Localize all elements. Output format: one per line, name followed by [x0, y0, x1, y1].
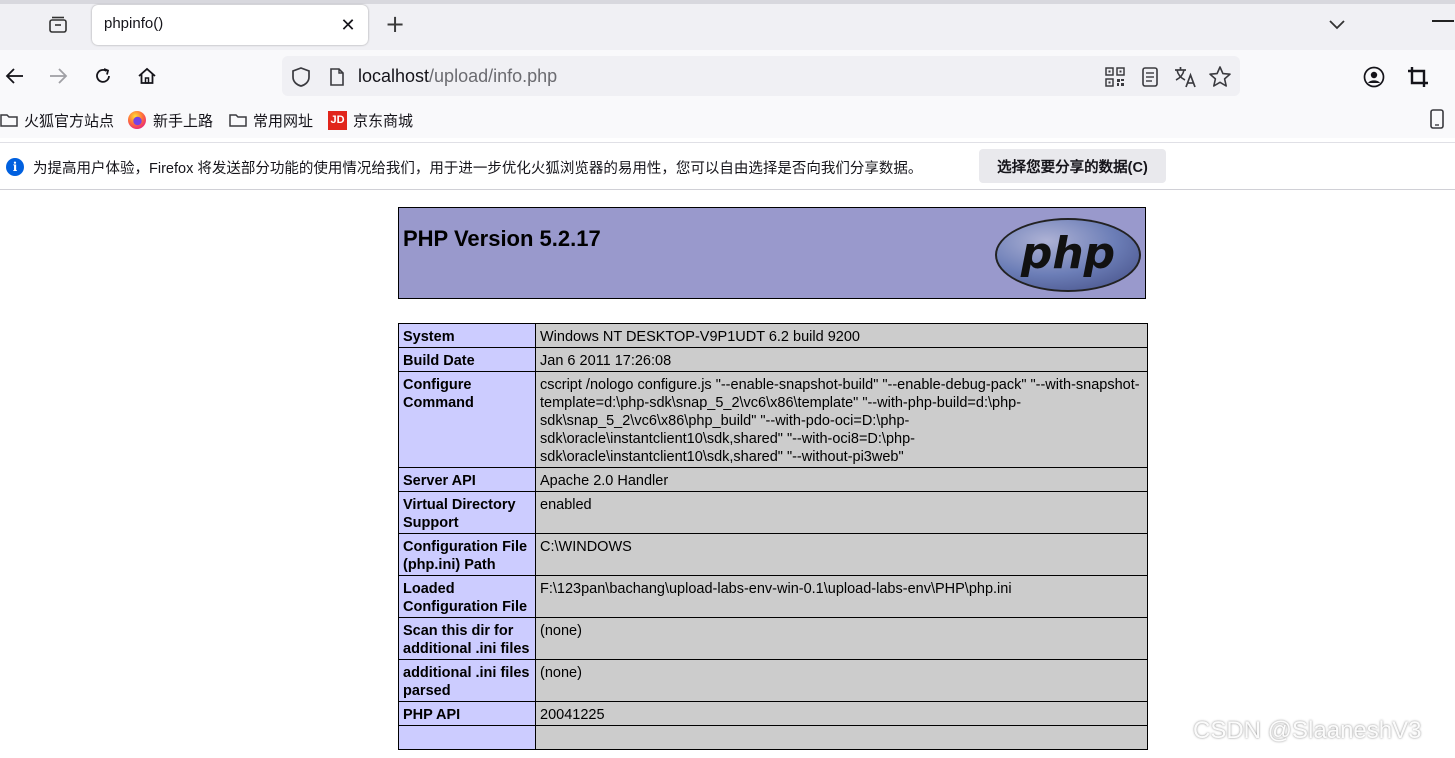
chevron-down-icon — [1329, 20, 1345, 30]
mobile-bookmarks-icon[interactable] — [1429, 108, 1445, 130]
row-key: Configure Command — [398, 371, 536, 468]
home-icon — [138, 67, 156, 84]
row-value: Apache 2.0 Handler — [535, 467, 1148, 492]
row-key: additional .ini files parsed — [398, 659, 536, 702]
row-key: System — [398, 323, 536, 348]
table-row: Scan this dir for additional .ini files(… — [398, 617, 1148, 660]
reload-button[interactable] — [88, 61, 118, 91]
table-row: Virtual Directory Support enabled — [398, 491, 1148, 534]
active-tab[interactable]: phpinfo() ✕ — [92, 5, 368, 45]
bookmarks-toolbar — [0, 102, 1455, 138]
page-info-icon[interactable] — [328, 67, 346, 87]
row-key: PHP API — [398, 701, 536, 726]
bookmark-item[interactable]: 常用网址 — [229, 109, 313, 131]
folder-icon — [0, 114, 18, 127]
row-value: F:\123pan\bachang\upload-labs-env-win-0.… — [535, 575, 1148, 618]
row-key: Server API — [398, 467, 536, 492]
info-icon: i — [6, 158, 24, 176]
table-row: Build Date Jan 6 2011 17:26:08 — [398, 347, 1148, 372]
bookmark-item[interactable]: 新手上路 — [127, 109, 213, 131]
folder-icon — [229, 114, 247, 127]
home-button[interactable] — [132, 61, 162, 91]
url-path: /upload/info.php — [429, 66, 558, 86]
row-value: Windows NT DESKTOP-V9P1UDT 6.2 build 920… — [535, 323, 1148, 348]
table-row: Server API Apache 2.0 Handler — [398, 467, 1148, 492]
forward-button[interactable] — [43, 61, 73, 91]
php-logo: php — [995, 218, 1141, 292]
screenshot-crop-icon[interactable] — [1406, 65, 1430, 89]
translate-icon[interactable] — [1173, 65, 1197, 89]
php-logo-text: php — [1020, 228, 1115, 279]
php-version-title: PHP Version 5.2.17 — [403, 226, 601, 251]
table-row: additional .ini files parsed (none) — [398, 659, 1148, 702]
bookmark-item[interactable]: 火狐官方站点 — [0, 109, 114, 131]
bookmark-label: 京东商城 — [353, 112, 414, 130]
row-key: Scan this dir for additional .ini files — [398, 617, 536, 660]
row-value: Jan 6 2011 17:26:08 — [535, 347, 1148, 372]
table-row: Configuration File (php.ini) Path C:\WIND… — [398, 533, 1148, 576]
table-row: Configure Command cscript /nologo configu… — [398, 371, 1148, 468]
jd-icon: JD — [328, 110, 347, 130]
new-tab-button[interactable]: + — [382, 12, 408, 38]
row-key: Loaded Configuration File — [398, 575, 536, 618]
back-arrow-icon — [5, 68, 23, 84]
table-row: Loaded Configuration File F:\123pan\bacha… — [398, 575, 1148, 618]
list-all-tabs-button[interactable] — [1324, 12, 1350, 38]
bookmark-star-icon[interactable] — [1208, 65, 1232, 89]
url-text[interactable]: localhost/upload/info.php — [358, 66, 557, 87]
row-value: cscript /nologo configure.js "--enable-s… — [535, 371, 1148, 468]
firefox-icon — [128, 111, 146, 129]
table-row: PHP API 20041225 — [398, 701, 1148, 726]
row-key: Configuration File (php.ini) Path — [398, 533, 536, 576]
table-row — [398, 725, 1148, 750]
row-key — [398, 725, 536, 750]
firefox-view-icon — [49, 16, 67, 33]
bookmark-label: 火狐官方站点 — [24, 112, 115, 130]
qr-code-icon[interactable] — [1104, 66, 1126, 88]
row-value: (none) — [535, 617, 1148, 660]
row-value: enabled — [535, 491, 1148, 534]
csdn-watermark: CSDN @SlaaneshV3 — [1193, 717, 1422, 744]
firefox-view-button[interactable] — [44, 12, 72, 38]
php-info-body: System Windows NT DESKTOP-V9P1UDT 6.2 bui… — [398, 323, 1148, 750]
php-info-table: System Windows NT DESKTOP-V9P1UDT 6.2 bui… — [398, 323, 1148, 750]
reload-icon — [96, 68, 110, 83]
php-version-header: PHP Version 5.2.17 php — [398, 207, 1146, 299]
bookmark-label: 常用网址 — [253, 112, 314, 130]
tab-title: phpinfo() — [104, 15, 164, 32]
row-value: 20041225 — [535, 701, 1148, 726]
row-key: Virtual Directory Support — [398, 491, 536, 534]
row-key: Build Date — [398, 347, 536, 372]
bookmark-item[interactable]: JD 京东商城 — [328, 109, 413, 131]
forward-arrow-icon — [50, 68, 68, 84]
row-value: (none) — [535, 659, 1148, 702]
close-tab-icon[interactable]: ✕ — [336, 13, 360, 37]
account-icon[interactable] — [1362, 65, 1386, 89]
bookmark-label: 新手上路 — [153, 112, 214, 130]
choose-data-button[interactable]: 选择您要分享的数据(C) — [979, 149, 1166, 183]
url-host: localhost — [358, 66, 430, 86]
menu-strip-remnant — [0, 0, 1455, 4]
shield-icon[interactable] — [290, 66, 312, 88]
back-button[interactable] — [0, 61, 30, 91]
minimize-window-button[interactable] — [1432, 20, 1454, 22]
row-value — [535, 725, 1148, 750]
table-row: System Windows NT DESKTOP-V9P1UDT 6.2 bui… — [398, 323, 1148, 348]
reader-view-icon[interactable] — [1140, 66, 1160, 88]
row-value: C:\WINDOWS — [535, 533, 1148, 576]
notification-message: 为提高用户体验，Firefox 将发送部分功能的使用情况给我们，用于进一步优化火… — [33, 161, 923, 177]
